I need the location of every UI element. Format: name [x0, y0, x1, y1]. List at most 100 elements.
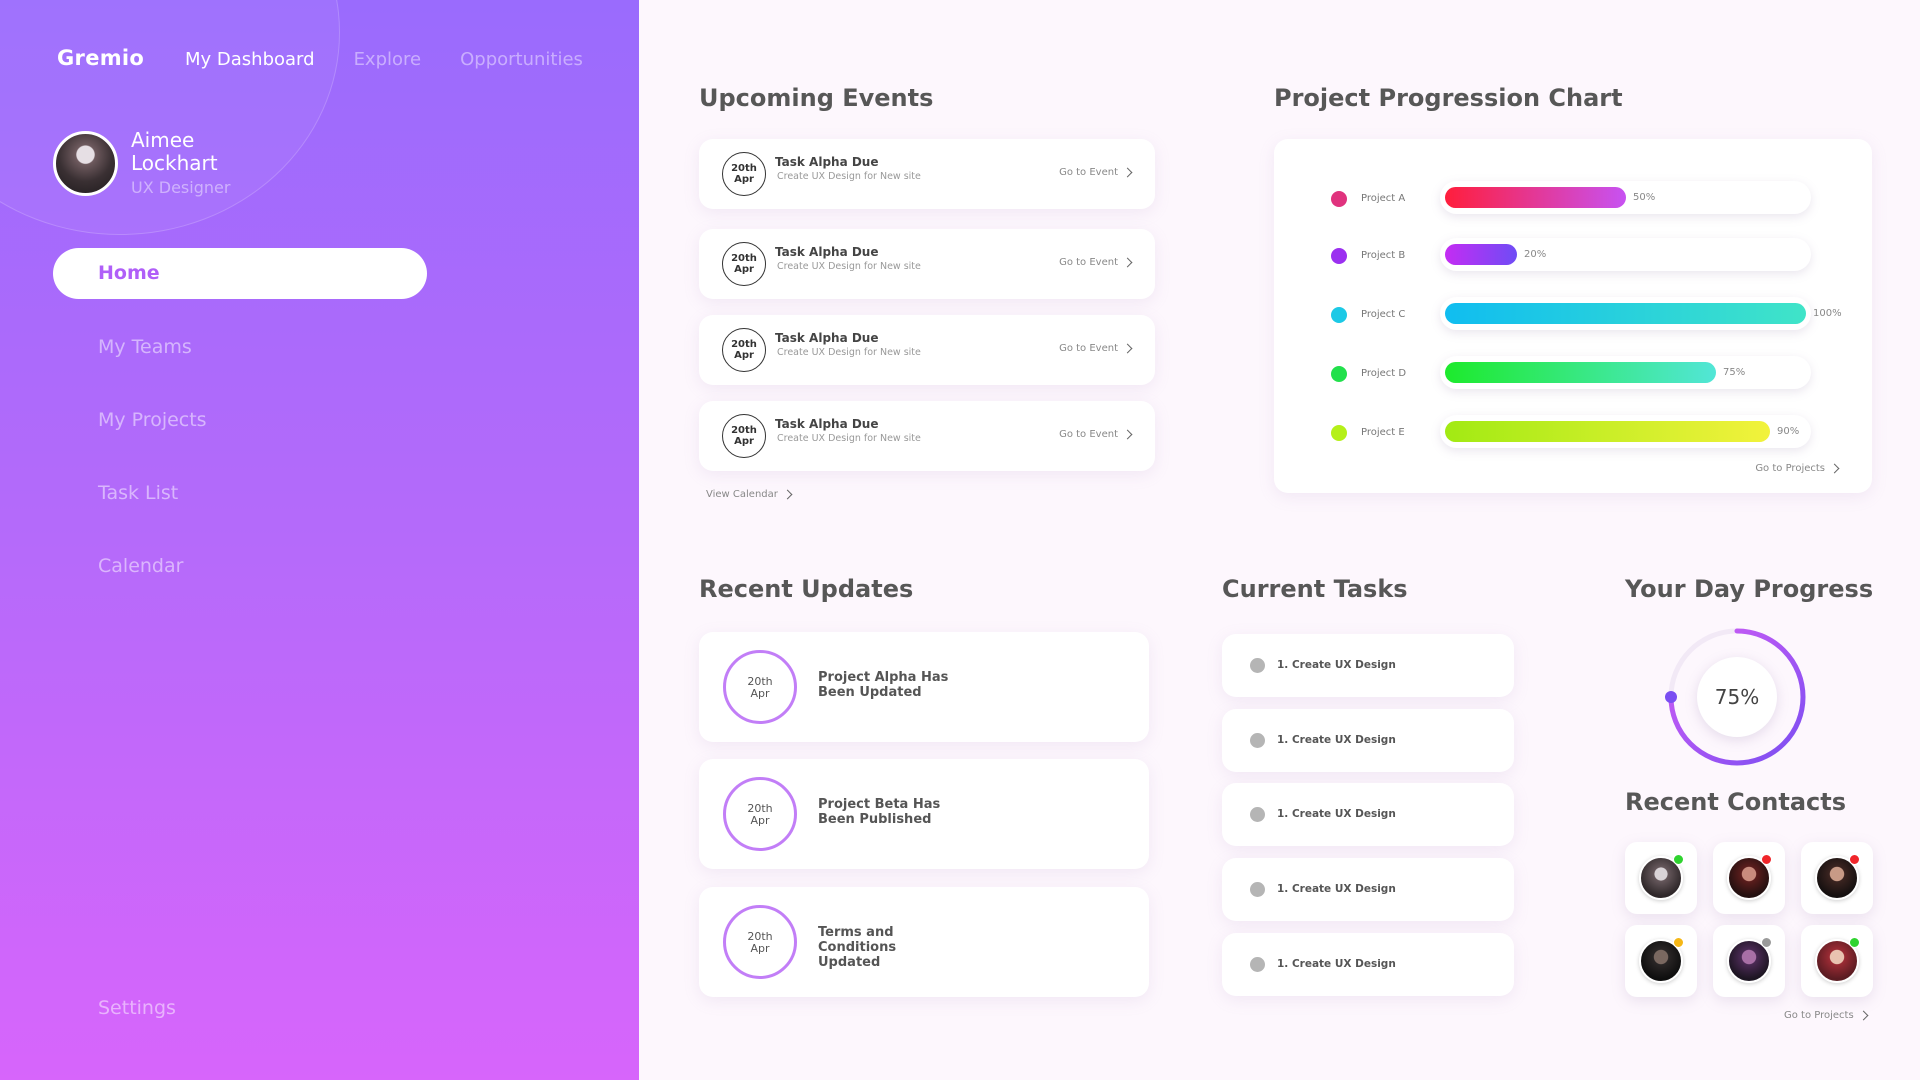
sidebar-item-my-projects[interactable]: My Projects — [98, 409, 207, 431]
event-subtitle: Create UX Design for New site — [777, 261, 921, 272]
day-progress-title: Your Day Progress — [1625, 575, 1874, 603]
progress-knob — [1665, 691, 1677, 703]
go-to-event-link[interactable]: Go to Event — [1059, 429, 1133, 440]
task-text: 1. Create UX Design — [1277, 958, 1396, 970]
status-online-indicator — [1673, 854, 1684, 865]
update-text: Terms and Conditions Updated — [818, 925, 897, 970]
project-label: Project C — [1361, 309, 1406, 320]
update-text: Project Beta Has Been Published — [818, 797, 941, 827]
event-card[interactable]: 20th Apr Task Alpha Due Create UX Design … — [699, 229, 1155, 299]
sidebar-item-settings[interactable]: Settings — [98, 997, 176, 1019]
go-to-event-link[interactable]: Go to Event — [1059, 167, 1133, 178]
project-progress-fill — [1445, 362, 1716, 383]
project-progress-fill — [1445, 303, 1806, 324]
day-progress-value: 75% — [1697, 657, 1777, 737]
event-subtitle: Create UX Design for New site — [777, 433, 921, 444]
sidebar-item-home[interactable]: Home — [53, 248, 427, 299]
task-text: 1. Create UX Design — [1277, 734, 1396, 746]
nav-explore[interactable]: Explore — [354, 49, 422, 70]
project-label: Project A — [1361, 193, 1406, 204]
project-label: Project D — [1361, 368, 1407, 379]
project-progress-track: 90% — [1440, 415, 1811, 448]
task-checkbox[interactable] — [1250, 733, 1265, 748]
status-online-indicator — [1849, 937, 1860, 948]
update-card[interactable]: 20th Apr Project Alpha Has Been Updated — [699, 632, 1149, 742]
contact-card[interactable] — [1713, 842, 1785, 914]
contact-card[interactable] — [1625, 925, 1697, 997]
brand-logo[interactable]: Gremio — [57, 46, 144, 70]
event-title: Task Alpha Due — [775, 155, 879, 169]
project-row: Project A 50% — [1274, 178, 1872, 218]
task-checkbox[interactable] — [1250, 957, 1265, 972]
event-card[interactable]: 20th Apr Task Alpha Due Create UX Design … — [699, 401, 1155, 471]
chevron-right-icon — [1122, 429, 1133, 440]
update-card[interactable]: 20th Apr Terms and Conditions Updated — [699, 887, 1149, 997]
recent-updates-title: Recent Updates — [699, 575, 914, 603]
event-date: 20th Apr — [722, 414, 766, 458]
contact-card[interactable] — [1625, 842, 1697, 914]
project-row: Project B 20% — [1274, 235, 1872, 275]
chevron-right-icon — [1122, 257, 1133, 268]
go-to-event-link[interactable]: Go to Event — [1059, 257, 1133, 268]
project-progress-fill — [1445, 187, 1626, 208]
project-row: Project E 90% — [1274, 412, 1872, 452]
contact-card[interactable] — [1801, 925, 1873, 997]
project-progress-track: 20% — [1440, 238, 1811, 271]
project-color-dot — [1331, 366, 1347, 382]
task-text: 1. Create UX Design — [1277, 659, 1396, 671]
profile-avatar[interactable] — [53, 131, 118, 196]
go-to-projects-link[interactable]: Go to Projects — [1755, 463, 1840, 474]
event-date: 20th Apr — [722, 152, 766, 196]
task-text: 1. Create UX Design — [1277, 808, 1396, 820]
project-percent: 50% — [1633, 192, 1656, 203]
event-subtitle: Create UX Design for New site — [777, 171, 921, 182]
task-checkbox[interactable] — [1250, 658, 1265, 673]
event-subtitle: Create UX Design for New site — [777, 347, 921, 358]
profile-role: UX Designer — [131, 178, 231, 197]
contacts-go-to-projects-link[interactable]: Go to Projects — [1784, 1010, 1869, 1021]
current-tasks-title: Current Tasks — [1222, 575, 1408, 603]
project-row: Project C 100% — [1274, 294, 1872, 334]
top-nav: My Dashboard Explore Opportunities — [185, 49, 583, 70]
event-date: 20th Apr — [722, 328, 766, 372]
decorative-circle — [0, 0, 340, 235]
status-away-indicator — [1673, 937, 1684, 948]
project-progress-track: 100% — [1440, 297, 1842, 330]
project-percent: 90% — [1777, 426, 1800, 437]
chevron-right-icon — [782, 489, 793, 500]
go-to-event-link[interactable]: Go to Event — [1059, 343, 1133, 354]
view-calendar-link[interactable]: View Calendar — [706, 489, 793, 500]
task-item[interactable]: 1. Create UX Design — [1222, 858, 1514, 921]
sidebar-item-calendar[interactable]: Calendar — [98, 555, 183, 577]
nav-opportunities[interactable]: Opportunities — [460, 49, 583, 70]
chevron-right-icon — [1122, 167, 1133, 178]
event-title: Task Alpha Due — [775, 417, 879, 431]
project-progress-track: 50% — [1440, 181, 1811, 214]
task-checkbox[interactable] — [1250, 807, 1265, 822]
event-card[interactable]: 20th Apr Task Alpha Due Create UX Design … — [699, 315, 1155, 385]
upcoming-events-title: Upcoming Events — [699, 84, 934, 112]
task-checkbox[interactable] — [1250, 882, 1265, 897]
update-text: Project Alpha Has Been Updated — [818, 670, 949, 700]
sidebar-item-task-list[interactable]: Task List — [98, 482, 178, 504]
status-busy-indicator — [1761, 854, 1772, 865]
event-card[interactable]: 20th Apr Task Alpha Due Create UX Design … — [699, 139, 1155, 209]
recent-contacts-title: Recent Contacts — [1625, 788, 1847, 816]
sidebar-item-my-teams[interactable]: My Teams — [98, 336, 192, 358]
task-item[interactable]: 1. Create UX Design — [1222, 709, 1514, 772]
task-text: 1. Create UX Design — [1277, 883, 1396, 895]
progression-chart-card: Project A 50% Project B 20% Project C 100% Pro… — [1274, 139, 1872, 493]
project-progress-track: 75% — [1440, 356, 1811, 389]
nav-my-dashboard[interactable]: My Dashboard — [185, 49, 315, 70]
project-color-dot — [1331, 425, 1347, 441]
project-progress-fill — [1445, 421, 1770, 442]
status-offline-indicator — [1761, 937, 1772, 948]
update-card[interactable]: 20th Apr Project Beta Has Been Published — [699, 759, 1149, 869]
update-date: 20th Apr — [723, 650, 797, 724]
contact-card[interactable] — [1801, 842, 1873, 914]
task-item[interactable]: 1. Create UX Design — [1222, 634, 1514, 697]
task-item[interactable]: 1. Create UX Design — [1222, 933, 1514, 996]
task-item[interactable]: 1. Create UX Design — [1222, 783, 1514, 846]
event-date: 20th Apr — [722, 242, 766, 286]
contact-card[interactable] — [1713, 925, 1785, 997]
